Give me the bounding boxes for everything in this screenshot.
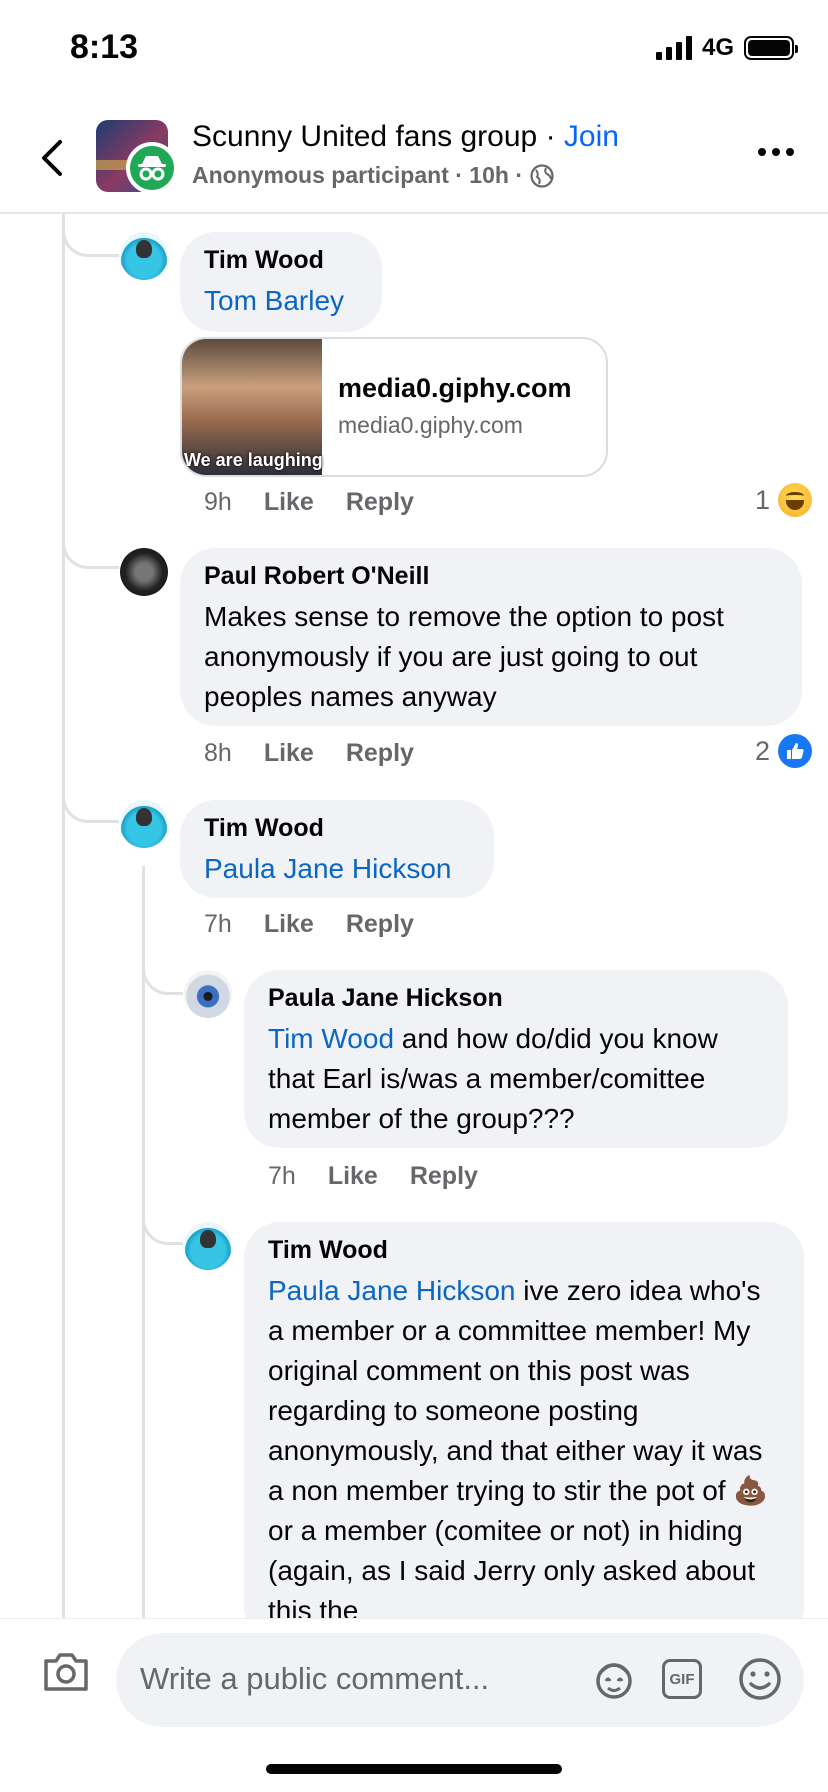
globe-icon xyxy=(530,163,554,188)
comment-actions: 7h Like Reply xyxy=(268,1162,478,1191)
group-title[interactable]: Scunny United fans group · Join xyxy=(192,120,619,154)
gif-caption: We are laughing xyxy=(184,450,323,470)
comment-text: Makes sense to remove the option to post… xyxy=(204,601,724,712)
comment-text: ive zero idea who's a member or a commit… xyxy=(268,1275,763,1506)
comment-actions: 9h Like Reply xyxy=(204,488,414,517)
thread-connector xyxy=(142,1190,183,1245)
comment-time: 7h xyxy=(268,1162,296,1190)
comment-input[interactable]: Write a public comment... GIF xyxy=(116,1633,804,1727)
comment-bubble: Paul Robert O'Neill Makes sense to remov… xyxy=(180,548,802,726)
comment-mention[interactable]: Paula Jane Hickson xyxy=(204,853,451,884)
status-time: 8:13 xyxy=(70,28,139,66)
comment-bubble: Tim Wood Paula Jane Hickson ive zero ide… xyxy=(244,1222,804,1642)
battery-icon xyxy=(744,36,798,60)
reply-button[interactable]: Reply xyxy=(346,488,414,517)
avatar[interactable] xyxy=(120,800,168,848)
like-button[interactable]: Like xyxy=(264,910,314,939)
thread-connector xyxy=(142,940,183,995)
post-meta: Anonymous participant · 10h · xyxy=(192,162,555,189)
reaction-summary[interactable]: 2 xyxy=(755,734,812,768)
like-reaction-icon xyxy=(778,734,812,768)
link-preview-card[interactable]: We are laughing media0.giphy.com media0.… xyxy=(180,337,608,477)
signal-icon xyxy=(655,36,692,60)
comment-time: 7h xyxy=(204,910,232,938)
reply-button[interactable]: Reply xyxy=(346,910,414,939)
comment-author[interactable]: Paul Robert O'Neill xyxy=(204,562,778,591)
like-button[interactable]: Like xyxy=(328,1162,378,1191)
comment-author[interactable]: Tim Wood xyxy=(204,246,358,275)
link-title: media0.giphy.com xyxy=(338,373,572,403)
thread-connector xyxy=(62,214,119,257)
post-header: Scunny United fans group · Join Anonymou… xyxy=(0,100,828,214)
comment-bubble: Tim Wood Tom Barley xyxy=(180,232,382,332)
avatar[interactable] xyxy=(184,970,232,1018)
thread-line xyxy=(62,214,65,1618)
comment-mention[interactable]: Tom Barley xyxy=(204,285,344,316)
thread-connector xyxy=(62,780,119,823)
avatar-sticker-icon[interactable] xyxy=(590,1655,638,1703)
status-indicators: 4G xyxy=(655,34,798,62)
anonymous-icon xyxy=(126,142,178,194)
comment-placeholder: Write a public comment... xyxy=(140,1661,490,1696)
emoji-icon[interactable] xyxy=(736,1655,784,1703)
comment-author[interactable]: Paula Jane Hickson xyxy=(268,984,764,1013)
comment-actions: 7h Like Reply xyxy=(204,910,414,939)
reply-button[interactable]: Reply xyxy=(346,739,414,768)
avatar[interactable] xyxy=(120,548,168,596)
haha-emoji-icon xyxy=(778,483,812,517)
network-label: 4G xyxy=(701,34,734,61)
comment-actions: 8h Like Reply xyxy=(204,739,414,768)
avatar[interactable] xyxy=(184,1222,232,1270)
back-icon[interactable] xyxy=(34,138,74,178)
poop-emoji: 💩 xyxy=(733,1475,769,1506)
comment-author[interactable]: Tim Wood xyxy=(204,814,470,843)
like-button[interactable]: Like xyxy=(264,488,314,517)
comment-time: 9h xyxy=(204,488,232,516)
join-button[interactable]: Join xyxy=(564,120,619,153)
reaction-summary[interactable]: 1 xyxy=(755,483,812,517)
comment-mention[interactable]: Tim Wood xyxy=(268,1023,394,1054)
thread-connector xyxy=(62,530,119,569)
comment-text-continued: or a member (comitee or not) in hiding (… xyxy=(268,1515,756,1626)
link-domain: media0.giphy.com xyxy=(338,412,523,438)
camera-icon[interactable] xyxy=(42,1651,90,1693)
comment-bubble: Paula Jane Hickson Tim Wood and how do/d… xyxy=(244,970,788,1148)
gif-icon[interactable]: GIF xyxy=(662,1659,702,1699)
more-options-icon[interactable] xyxy=(758,148,794,156)
comment-time: 8h xyxy=(204,739,232,767)
reply-button[interactable]: Reply xyxy=(410,1162,478,1191)
comment-bubble: Tim Wood Paula Jane Hickson xyxy=(180,800,494,898)
home-indicator xyxy=(266,1764,562,1774)
comment-mention[interactable]: Paula Jane Hickson xyxy=(268,1275,515,1306)
like-button[interactable]: Like xyxy=(264,739,314,768)
avatar[interactable] xyxy=(120,232,168,280)
link-thumbnail: We are laughing xyxy=(182,339,323,475)
comment-composer: Write a public comment... GIF xyxy=(0,1618,828,1727)
comment-author[interactable]: Tim Wood xyxy=(268,1236,780,1265)
